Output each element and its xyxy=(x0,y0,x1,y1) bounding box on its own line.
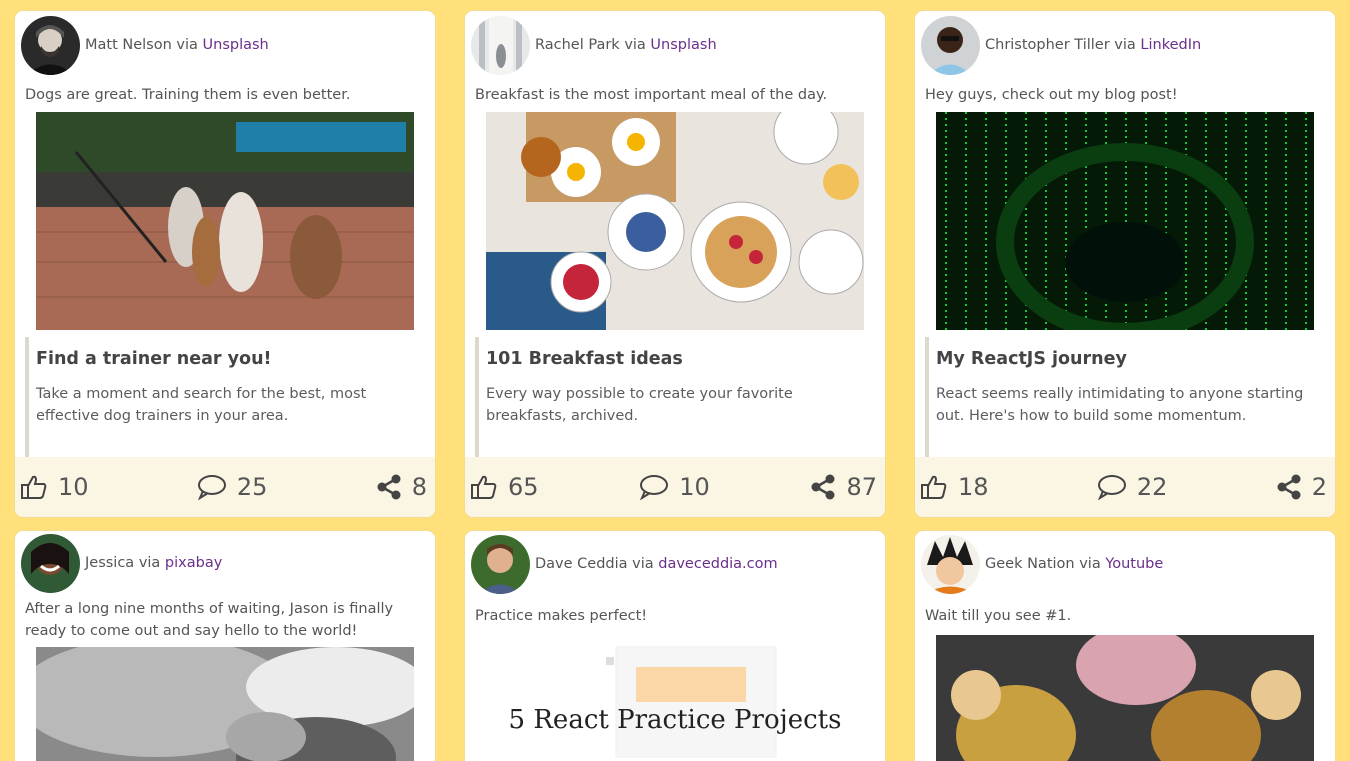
via-label: via xyxy=(138,555,161,571)
source-link[interactable]: Unsplash xyxy=(203,37,269,53)
post-card: Rachel Park via Unsplash Breakfast is th… xyxy=(464,10,886,518)
post-header: Jessica via pixabay xyxy=(15,531,435,595)
feed-grid: Matt Nelson via Unsplash Dogs are great.… xyxy=(14,10,1336,761)
link-description: React seems really intimidating to anyon… xyxy=(936,386,1304,424)
author-line: Jessica via pixabay xyxy=(85,555,222,571)
post-image-react-projects[interactable]: 5 React Practice Projects xyxy=(486,637,864,761)
post-actions: 65 10 87 xyxy=(465,457,885,517)
link-description: Every way possible to create your favori… xyxy=(486,386,793,424)
share-count: 87 xyxy=(846,473,877,501)
avatar[interactable] xyxy=(21,533,80,593)
source-link[interactable]: Youtube xyxy=(1105,556,1163,572)
avatar[interactable] xyxy=(471,534,530,594)
comment-bubble-icon xyxy=(640,475,669,500)
source-link[interactable]: LinkedIn xyxy=(1140,37,1201,53)
via-label: via xyxy=(632,556,654,572)
via-label: via xyxy=(1114,37,1136,53)
author-name: Dave Ceddia xyxy=(535,556,628,572)
link-preview[interactable]: 101 Breakfast ideas Every way possible t… xyxy=(475,337,885,457)
comment-button[interactable]: 25 xyxy=(197,473,268,501)
comment-button[interactable]: 22 xyxy=(1097,473,1168,501)
via-label: via xyxy=(1079,556,1101,572)
thumbs-up-icon xyxy=(21,475,47,499)
post-header: Geek Nation via Youtube xyxy=(915,531,1335,597)
link-description: Take a moment and search for the best, m… xyxy=(36,386,367,424)
author-line: Matt Nelson via Unsplash xyxy=(85,37,269,53)
react-projects-graphic xyxy=(486,637,864,761)
thumbs-up-icon xyxy=(921,475,947,499)
comment-count: 22 xyxy=(1136,473,1168,501)
like-button[interactable]: 65 xyxy=(470,473,539,501)
like-count: 65 xyxy=(508,473,539,501)
post-actions: 10 25 8 xyxy=(15,457,435,517)
avatar[interactable] xyxy=(921,15,980,75)
post-text: Wait till you see #1. xyxy=(925,608,1072,624)
post-text: Hey guys, check out my blog post! xyxy=(925,87,1178,103)
post-header: Matt Nelson via Unsplash xyxy=(15,11,435,79)
post-text: Breakfast is the most important meal of … xyxy=(475,87,828,103)
author-line: Christopher Tiller via LinkedIn xyxy=(985,37,1201,53)
like-button[interactable]: 18 xyxy=(920,473,989,501)
link-title[interactable]: My ReactJS journey xyxy=(936,349,1327,369)
post-image-dogs[interactable] xyxy=(36,112,414,330)
via-label: via xyxy=(176,37,198,53)
link-title[interactable]: Find a trainer near you! xyxy=(36,349,427,369)
author-line: Rachel Park via Unsplash xyxy=(535,37,717,53)
post-card: Jessica via pixabay After a long nine mo… xyxy=(14,530,436,761)
share-count: 8 xyxy=(411,473,427,501)
author-name: Christopher Tiller xyxy=(985,37,1110,53)
post-actions: 18 22 2 xyxy=(915,457,1335,517)
post-text: Dogs are great. Training them is even be… xyxy=(25,87,351,103)
share-icon xyxy=(1277,474,1301,500)
post-text: Practice makes perfect! xyxy=(475,608,648,624)
link-title[interactable]: 101 Breakfast ideas xyxy=(486,349,877,369)
share-button[interactable]: 87 xyxy=(810,473,877,501)
author-name: Matt Nelson xyxy=(85,37,172,53)
like-count: 18 xyxy=(958,473,989,501)
comment-count: 10 xyxy=(679,473,710,501)
post-header: Dave Ceddia via daveceddia.com xyxy=(465,531,885,597)
post-image-matrix[interactable] xyxy=(936,112,1314,330)
comment-count: 25 xyxy=(236,473,268,501)
author-name: Jessica xyxy=(85,555,135,571)
post-card: Matt Nelson via Unsplash Dogs are great.… xyxy=(14,10,436,518)
author-name: Rachel Park xyxy=(535,37,620,53)
author-name: Geek Nation xyxy=(985,556,1075,572)
avatar[interactable] xyxy=(921,534,980,594)
post-image-anime[interactable] xyxy=(936,635,1314,761)
author-line: Geek Nation via Youtube xyxy=(985,556,1163,572)
post-image-breakfast[interactable] xyxy=(486,112,864,330)
link-preview[interactable]: My ReactJS journey React seems really in… xyxy=(925,337,1335,457)
avatar[interactable] xyxy=(21,15,80,75)
share-icon xyxy=(377,474,401,500)
link-preview[interactable]: Find a trainer near you! Take a moment a… xyxy=(25,337,435,457)
like-button[interactable]: 10 xyxy=(20,473,89,501)
source-link[interactable]: Unsplash xyxy=(650,37,716,53)
source-link[interactable]: pixabay xyxy=(165,555,222,571)
thumbs-up-icon xyxy=(471,475,497,499)
post-card: Dave Ceddia via daveceddia.com Practice … xyxy=(464,530,886,761)
comment-bubble-icon xyxy=(1097,475,1126,500)
share-count: 2 xyxy=(1311,473,1327,501)
image-caption: 5 React Practice Projects xyxy=(508,705,842,735)
author-line: Dave Ceddia via daveceddia.com xyxy=(535,556,778,572)
comment-button[interactable]: 10 xyxy=(639,473,710,501)
post-header: Christopher Tiller via LinkedIn xyxy=(915,11,1335,79)
avatar[interactable] xyxy=(471,15,530,75)
share-button[interactable]: 8 xyxy=(376,473,427,501)
like-count: 10 xyxy=(58,473,89,501)
post-text: After a long nine months of waiting, Jas… xyxy=(25,601,394,639)
post-header: Rachel Park via Unsplash xyxy=(465,11,885,79)
source-link[interactable]: daveceddia.com xyxy=(658,556,777,572)
share-button[interactable]: 2 xyxy=(1276,473,1327,501)
share-icon xyxy=(811,474,835,500)
post-card: Christopher Tiller via LinkedIn Hey guys… xyxy=(914,10,1336,518)
post-card: Geek Nation via Youtube Wait till you se… xyxy=(914,530,1336,761)
post-image-baby[interactable] xyxy=(36,647,414,761)
via-label: via xyxy=(624,37,646,53)
comment-bubble-icon xyxy=(197,475,226,500)
